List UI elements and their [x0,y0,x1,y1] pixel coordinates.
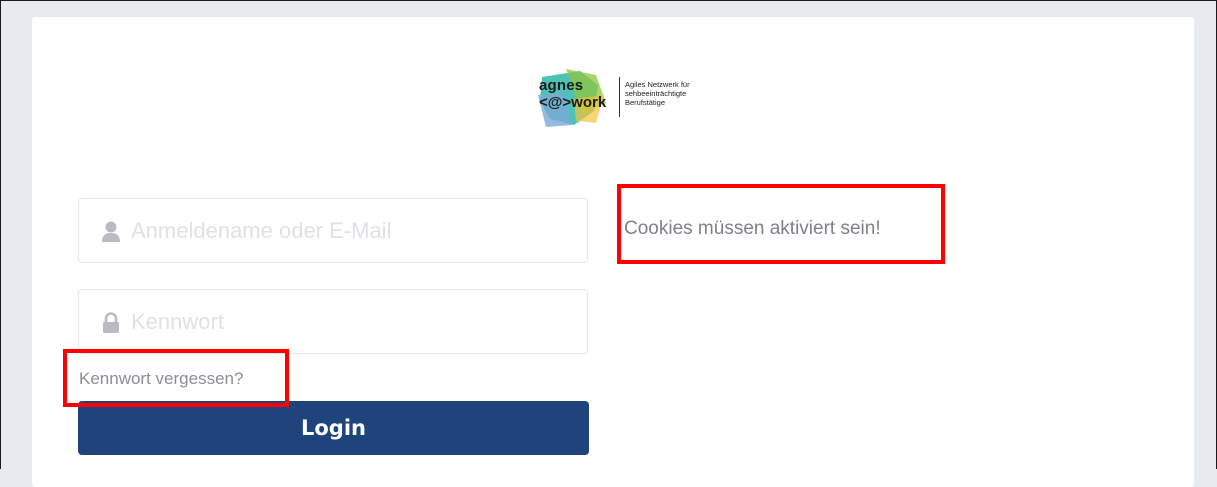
forgot-password-link[interactable]: Kennwort vergessen? [79,369,243,389]
logo-word-work: <@>work [539,94,607,111]
logo-tagline-line: Berufstätige [625,98,666,107]
cookies-required-message: Cookies müssen aktiviert sein! [624,218,881,239]
agnes-work-logo: agnes <@>work Agiles Netzwerk für sehbee… [536,65,706,131]
user-icon [102,221,120,242]
password-input[interactable] [131,290,571,353]
username-input[interactable] [131,199,571,262]
logo-tagline-line: Agiles Netzwerk für [625,80,690,89]
username-field[interactable] [78,198,588,263]
logo-tagline: Agiles Netzwerk für sehbeeinträchtigte B… [625,80,715,107]
logo-tagline-line: sehbeeinträchtigte [625,89,687,98]
login-button[interactable]: Login [78,401,589,455]
login-card: agnes <@>work Agiles Netzwerk für sehbee… [32,17,1194,487]
lock-icon [103,312,119,333]
logo-divider [619,77,620,117]
logo-word-agnes: agnes [539,77,584,94]
password-field[interactable] [78,289,588,354]
